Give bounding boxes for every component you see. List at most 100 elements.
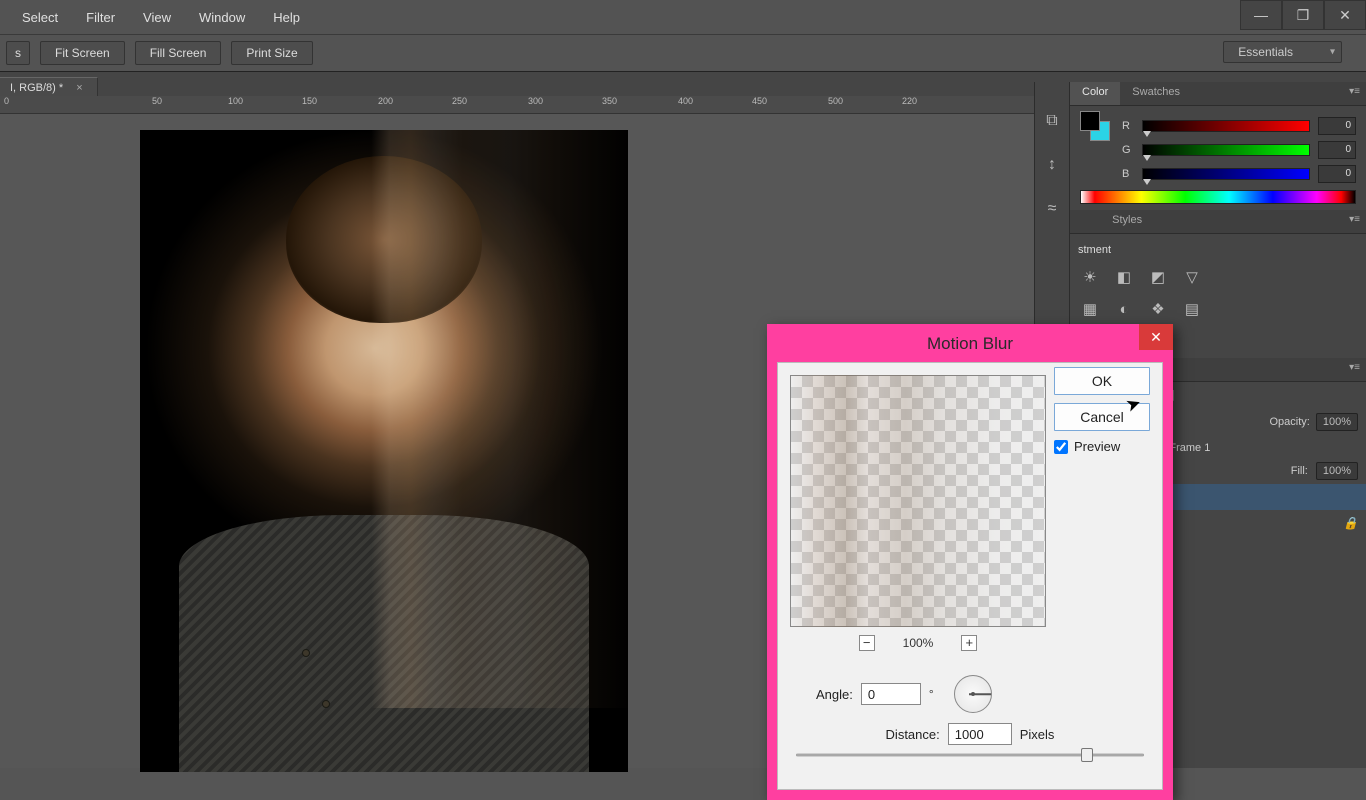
ruler-tick: 400: [678, 96, 738, 106]
motion-blur-dialog: Motion Blur ✕ − 100% + OK Cancel Preview…: [767, 324, 1173, 800]
ruler-tick: 250: [452, 96, 512, 106]
ruler-tick: 350: [602, 96, 662, 106]
ruler-horizontal: 0 50 100 150 200 250 300 350 400 450 500…: [0, 96, 1050, 114]
ruler-tick: 100: [228, 96, 288, 106]
document-tab[interactable]: I, RGB/8) * ×: [0, 77, 98, 96]
tab-swatches[interactable]: Swatches: [1120, 82, 1192, 105]
fill-screen-button[interactable]: Fill Screen: [135, 41, 222, 65]
fit-screen-button[interactable]: Fit Screen: [40, 41, 125, 65]
document-tab-label: I, RGB/8) *: [10, 82, 63, 94]
color-panel-tabs: Color Swatches ▾≡: [1070, 82, 1366, 106]
adj-hue-icon[interactable]: ▦: [1076, 296, 1104, 322]
print-size-button[interactable]: Print Size: [231, 41, 312, 65]
styles-panel-tabs: _ Styles ▾≡: [1070, 210, 1366, 234]
adj-curves-icon[interactable]: ◩: [1144, 264, 1172, 290]
distance-slider-thumb[interactable]: [1081, 748, 1093, 762]
foreground-color-swatch[interactable]: [1080, 111, 1100, 131]
color-panel: R 0 G 0 B 0: [1070, 106, 1366, 210]
adj-exposure-icon[interactable]: ▽: [1178, 264, 1206, 290]
preview-checkbox-row[interactable]: Preview: [1054, 439, 1156, 454]
opacity-field[interactable]: 100%: [1316, 413, 1358, 431]
channel-g-label: G: [1122, 144, 1134, 156]
fill-field[interactable]: 100%: [1316, 462, 1358, 480]
zoom-level: 100%: [903, 636, 934, 650]
preview-checkbox[interactable]: [1054, 440, 1068, 454]
dialog-title: Motion Blur: [767, 334, 1173, 354]
document-tab-close[interactable]: ×: [76, 82, 82, 94]
ruler-tick: 500: [828, 96, 888, 106]
menu-window[interactable]: Window: [185, 4, 259, 31]
adj-photo-filter-icon[interactable]: ▤: [1178, 296, 1206, 322]
window-controls: — ❐ ✕: [1240, 0, 1366, 30]
options-overflow-button[interactable]: s: [6, 41, 30, 65]
dialog-side-controls: OK Cancel Preview: [1054, 367, 1156, 454]
distance-row: Distance: Pixels: [778, 723, 1162, 745]
dialog-close-button[interactable]: ✕: [1139, 324, 1173, 350]
fill-label: Fill:: [1291, 465, 1308, 477]
button-icon: [322, 700, 330, 708]
adjustments-icon[interactable]: ≈: [1041, 198, 1063, 220]
motion-blur-streaks: [335, 130, 628, 708]
channel-r-value[interactable]: 0: [1318, 117, 1356, 135]
lock-icon: 🔒: [1343, 516, 1358, 530]
adj-icon[interactable]: [1212, 296, 1240, 322]
history-icon[interactable]: ⧉: [1041, 110, 1063, 132]
window-close-button[interactable]: ✕: [1324, 0, 1366, 30]
ruler-tick: 220: [902, 96, 962, 106]
options-bar: s Fit Screen Fill Screen Print Size Esse…: [0, 34, 1366, 72]
button-icon: [302, 649, 310, 657]
distance-label: Distance:: [886, 727, 940, 742]
brush-icon[interactable]: ↕: [1041, 154, 1063, 176]
window-maximize-button[interactable]: ❐: [1282, 0, 1324, 30]
panel-menu-icon[interactable]: ▾≡: [1343, 210, 1366, 233]
tab-styles[interactable]: Styles: [1100, 210, 1154, 233]
angle-label: Angle:: [816, 687, 853, 702]
channel-r-label: R: [1122, 120, 1134, 132]
workspace-label: Essentials: [1238, 45, 1293, 59]
zoom-row: − 100% +: [790, 635, 1046, 651]
angle-row: Angle: °: [816, 675, 992, 713]
channel-b-slider[interactable]: [1142, 168, 1310, 180]
distance-input[interactable]: [948, 723, 1012, 745]
menu-view[interactable]: View: [129, 4, 185, 31]
ruler-tick: 200: [378, 96, 438, 106]
foreground-background-swatch[interactable]: [1080, 111, 1110, 141]
menu-select[interactable]: Select: [8, 4, 72, 31]
angle-dial[interactable]: [954, 675, 992, 713]
ruler-tick: 450: [752, 96, 812, 106]
channel-r-slider[interactable]: [1142, 120, 1310, 132]
channel-g-value[interactable]: 0: [1318, 141, 1356, 159]
workspace-switcher[interactable]: Essentials ▾: [1223, 41, 1342, 63]
channel-g-slider[interactable]: [1142, 144, 1310, 156]
menu-filter[interactable]: Filter: [72, 4, 129, 31]
opacity-label: Opacity:: [1270, 416, 1310, 428]
degree-symbol: °: [929, 687, 934, 701]
panel-menu-icon[interactable]: ▾≡: [1343, 358, 1366, 381]
cancel-button[interactable]: Cancel: [1054, 403, 1150, 431]
adj-levels-icon[interactable]: ◧: [1110, 264, 1138, 290]
tab-color[interactable]: Color: [1070, 82, 1120, 105]
canvas[interactable]: [140, 130, 628, 772]
ruler-tick: 50: [152, 96, 212, 106]
distance-slider[interactable]: [796, 753, 1144, 757]
angle-input[interactable]: [861, 683, 921, 705]
ruler-tick: 150: [302, 96, 362, 106]
dialog-body: − 100% + OK Cancel Preview Angle: °: [777, 362, 1163, 790]
zoom-in-button[interactable]: +: [961, 635, 977, 651]
adj-brightness-icon[interactable]: ☀: [1076, 264, 1104, 290]
workspace-area: 0 50 100 150 200 250 300 350 400 450 500…: [0, 96, 1366, 768]
adjustments-title: stment: [1076, 240, 1358, 264]
adj-balance-icon[interactable]: ◐: [1110, 296, 1138, 322]
channel-b-value[interactable]: 0: [1318, 165, 1356, 183]
spectrum-bar[interactable]: [1080, 190, 1356, 204]
panel-menu-icon[interactable]: ▾≡: [1343, 82, 1366, 105]
menu-help[interactable]: Help: [259, 4, 314, 31]
preview-blur-overlay: [790, 375, 1046, 627]
ok-button[interactable]: OK: [1054, 367, 1150, 395]
ruler-tick: 0: [4, 96, 64, 106]
adj-bw-icon[interactable]: ❖: [1144, 296, 1172, 322]
window-minimize-button[interactable]: —: [1240, 0, 1282, 30]
zoom-out-button[interactable]: −: [859, 635, 875, 651]
menubar: Select Filter View Window Help — ❐ ✕: [0, 0, 1366, 34]
adj-icon[interactable]: [1212, 264, 1240, 290]
